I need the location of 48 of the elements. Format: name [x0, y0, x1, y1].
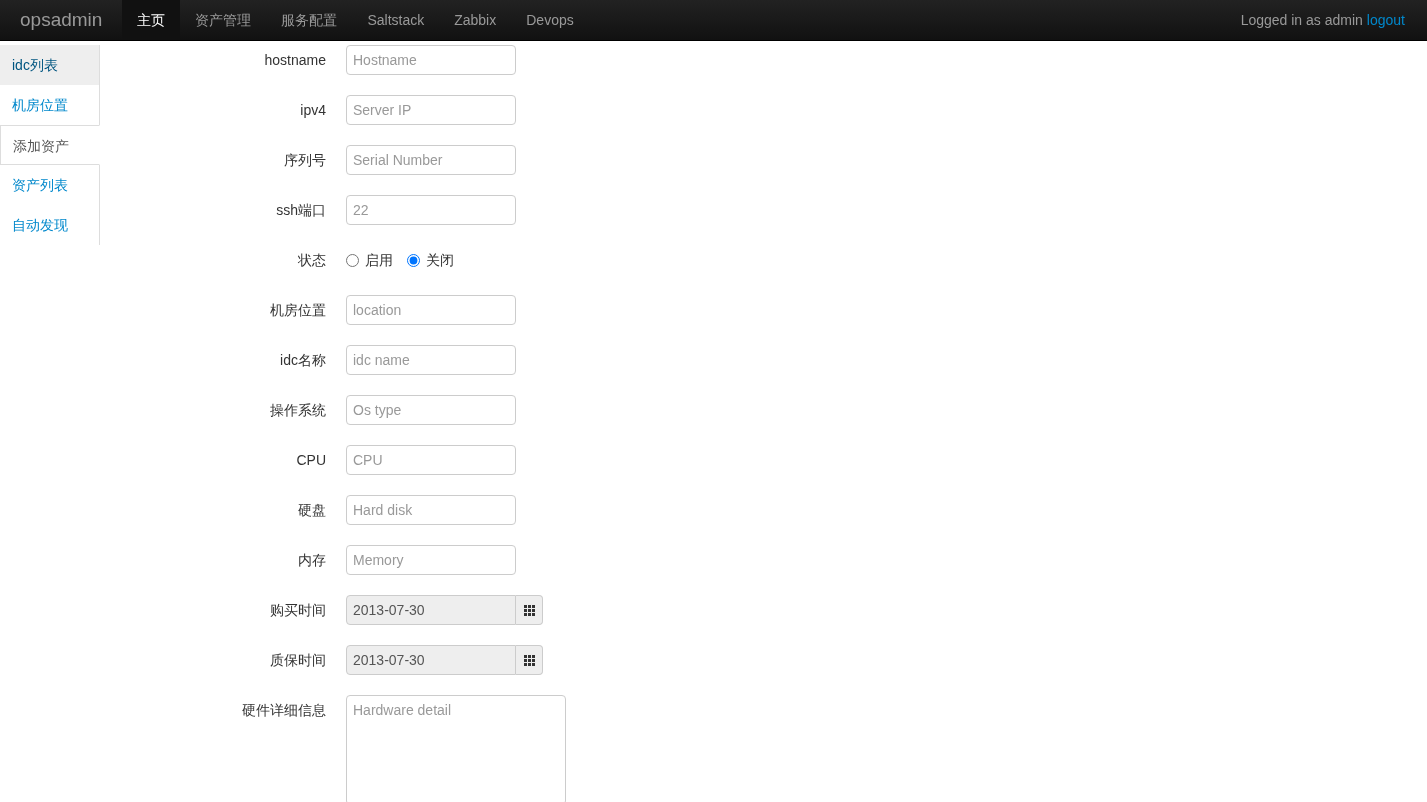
field-label: hostname [263, 51, 327, 70]
sidebar-item[interactable]: 资产列表 [0, 165, 99, 205]
sidebar-item[interactable]: idc列表 [0, 45, 99, 85]
date-field: 2013-07-30 [346, 645, 516, 675]
grid-icon [523, 654, 535, 666]
field-label: 机房位置 [269, 301, 327, 320]
field-label: 操作系统 [269, 401, 327, 420]
input-field[interactable]: Hostname [346, 45, 516, 75]
logout-link[interactable]: logout [1366, 9, 1405, 31]
sidebar-item[interactable]: 机房位置 [0, 85, 99, 125]
radio-label: 关闭 [426, 251, 454, 270]
sidebar-item[interactable]: 添加资产 [0, 125, 100, 165]
nav-link[interactable]: 服务配置 [266, 0, 353, 40]
field-label: 硬件详细信息 [241, 701, 327, 720]
input-field[interactable]: Serial Number [346, 145, 516, 175]
input-field[interactable]: Server IP [346, 95, 516, 125]
login-status-text: Logged in as admin [1240, 10, 1363, 30]
nav-link[interactable]: Saltstack [352, 0, 440, 40]
field-label: CPU [295, 451, 327, 470]
input-field[interactable]: location [346, 295, 516, 325]
radio-button[interactable] [346, 253, 359, 267]
input-field[interactable]: idc name [346, 345, 516, 375]
input-field[interactable]: CPU [346, 445, 516, 475]
input-field[interactable]: Os type [346, 395, 516, 425]
radio-label: 启用 [365, 251, 393, 270]
calendar-button[interactable] [516, 645, 543, 675]
field-label: idc名称 [279, 351, 327, 370]
nav-link[interactable]: Zabbix [439, 0, 512, 40]
calendar-button[interactable] [516, 595, 543, 625]
input-field[interactable]: Memory [346, 545, 516, 575]
text-area[interactable]: Hardware detail [346, 695, 566, 802]
field-label: 质保时间 [269, 651, 327, 670]
field-label: 状态 [297, 251, 327, 270]
radio-button[interactable] [407, 253, 420, 267]
grid-icon [523, 604, 535, 616]
field-label: ssh端口 [275, 201, 327, 220]
nav-link[interactable]: 资产管理 [180, 0, 267, 40]
input-field[interactable]: Hard disk [346, 495, 516, 525]
field-label: ipv4 [299, 101, 327, 120]
field-label: 序列号 [283, 151, 327, 170]
field-label: 购买时间 [269, 601, 327, 620]
input-field[interactable]: 22 [346, 195, 516, 225]
field-label: 硬盘 [297, 501, 327, 520]
sidebar-item[interactable]: 自动发现 [0, 205, 99, 245]
date-field: 2013-07-30 [346, 595, 516, 625]
nav-link[interactable]: Devops [511, 0, 589, 40]
brand-title: opsadmin [19, 7, 104, 32]
field-label: 内存 [297, 551, 327, 570]
